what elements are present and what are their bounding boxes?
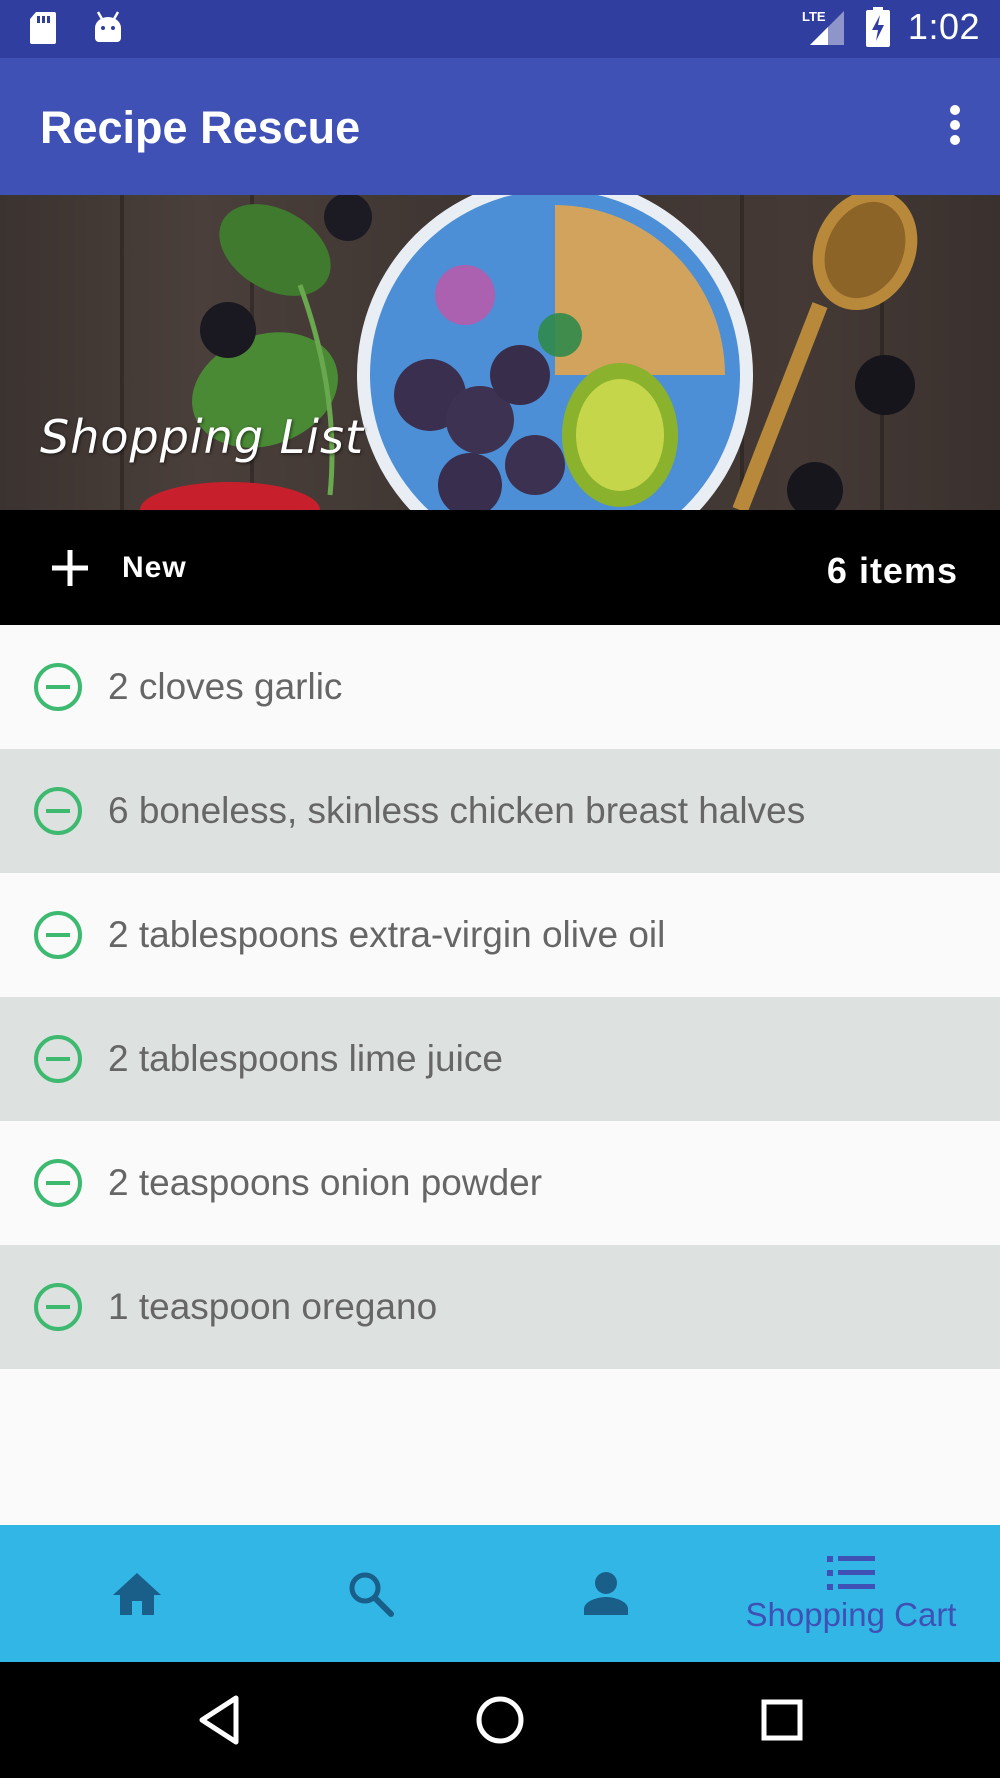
remove-circle-icon[interactable] <box>33 786 83 836</box>
remove-circle-icon[interactable] <box>33 1158 83 1208</box>
recents-icon[interactable] <box>752 1690 812 1750</box>
status-bar: LTE 1:02 <box>0 0 1000 58</box>
list-item-text: 2 tablespoons lime juice <box>108 1038 503 1079</box>
shopping-list: 2 cloves garlic 6 boneless, skinless chi… <box>0 625 1000 1369</box>
list-item-text: 1 teaspoon oregano <box>108 1286 438 1327</box>
remove-circle-icon[interactable] <box>33 662 83 712</box>
sd-card-icon <box>30 12 56 44</box>
back-icon[interactable] <box>190 1690 250 1750</box>
person-icon <box>584 1571 628 1615</box>
list-item-text: 6 boneless, skinless chicken breast halv… <box>108 790 806 831</box>
list-item-text: 2 teaspoons onion powder <box>108 1162 543 1203</box>
list-item[interactable]: 2 cloves garlic <box>0 625 1000 749</box>
search-icon <box>349 1572 394 1617</box>
bottom-navigation: Shopping Cart <box>0 1525 1000 1662</box>
battery-charging-icon <box>865 7 890 47</box>
new-item-button[interactable]: New <box>52 540 187 596</box>
list-item[interactable]: 6 boneless, skinless chicken breast halv… <box>0 749 1000 873</box>
nav-search[interactable] <box>246 1525 496 1662</box>
more-vert-icon[interactable] <box>940 102 970 152</box>
signal-icon: LTE <box>802 9 844 45</box>
list-item[interactable]: 2 tablespoons extra-virgin olive oil <box>0 873 1000 997</box>
hero-title: Shopping List <box>40 410 365 464</box>
app-title: Recipe Rescue <box>40 102 361 153</box>
android-icon <box>95 11 121 42</box>
hero-banner: Shopping List <box>0 195 1000 510</box>
status-time: 1:02 <box>907 6 980 47</box>
new-item-label: New <box>122 551 187 584</box>
remove-circle-icon[interactable] <box>33 910 83 960</box>
list-item[interactable]: 1 teaspoon oregano <box>0 1245 1000 1369</box>
nav-shopping-cart-label: Shopping Cart <box>745 1595 957 1633</box>
home-circle-icon[interactable] <box>470 1690 530 1750</box>
list-icon <box>827 1555 875 1590</box>
list-item-text: 2 tablespoons extra-virgin olive oil <box>108 914 666 955</box>
remove-circle-icon[interactable] <box>33 1034 83 1084</box>
plus-icon <box>52 550 88 586</box>
items-count: 6 items <box>826 550 958 591</box>
remove-circle-icon[interactable] <box>33 1282 83 1332</box>
nav-shopping-cart[interactable]: Shopping Cart <box>726 1525 976 1662</box>
nav-profile[interactable] <box>481 1525 731 1662</box>
list-action-bar: New 6 items <box>0 510 1000 625</box>
nav-home[interactable] <box>12 1525 262 1662</box>
home-icon <box>113 1572 161 1615</box>
system-nav-bar <box>0 1662 1000 1778</box>
list-item-text: 2 cloves garlic <box>108 666 343 707</box>
app-bar: Recipe Rescue <box>0 58 1000 195</box>
svg-text:LTE: LTE <box>802 9 826 24</box>
list-item[interactable]: 2 teaspoons onion powder <box>0 1121 1000 1245</box>
list-item[interactable]: 2 tablespoons lime juice <box>0 997 1000 1121</box>
